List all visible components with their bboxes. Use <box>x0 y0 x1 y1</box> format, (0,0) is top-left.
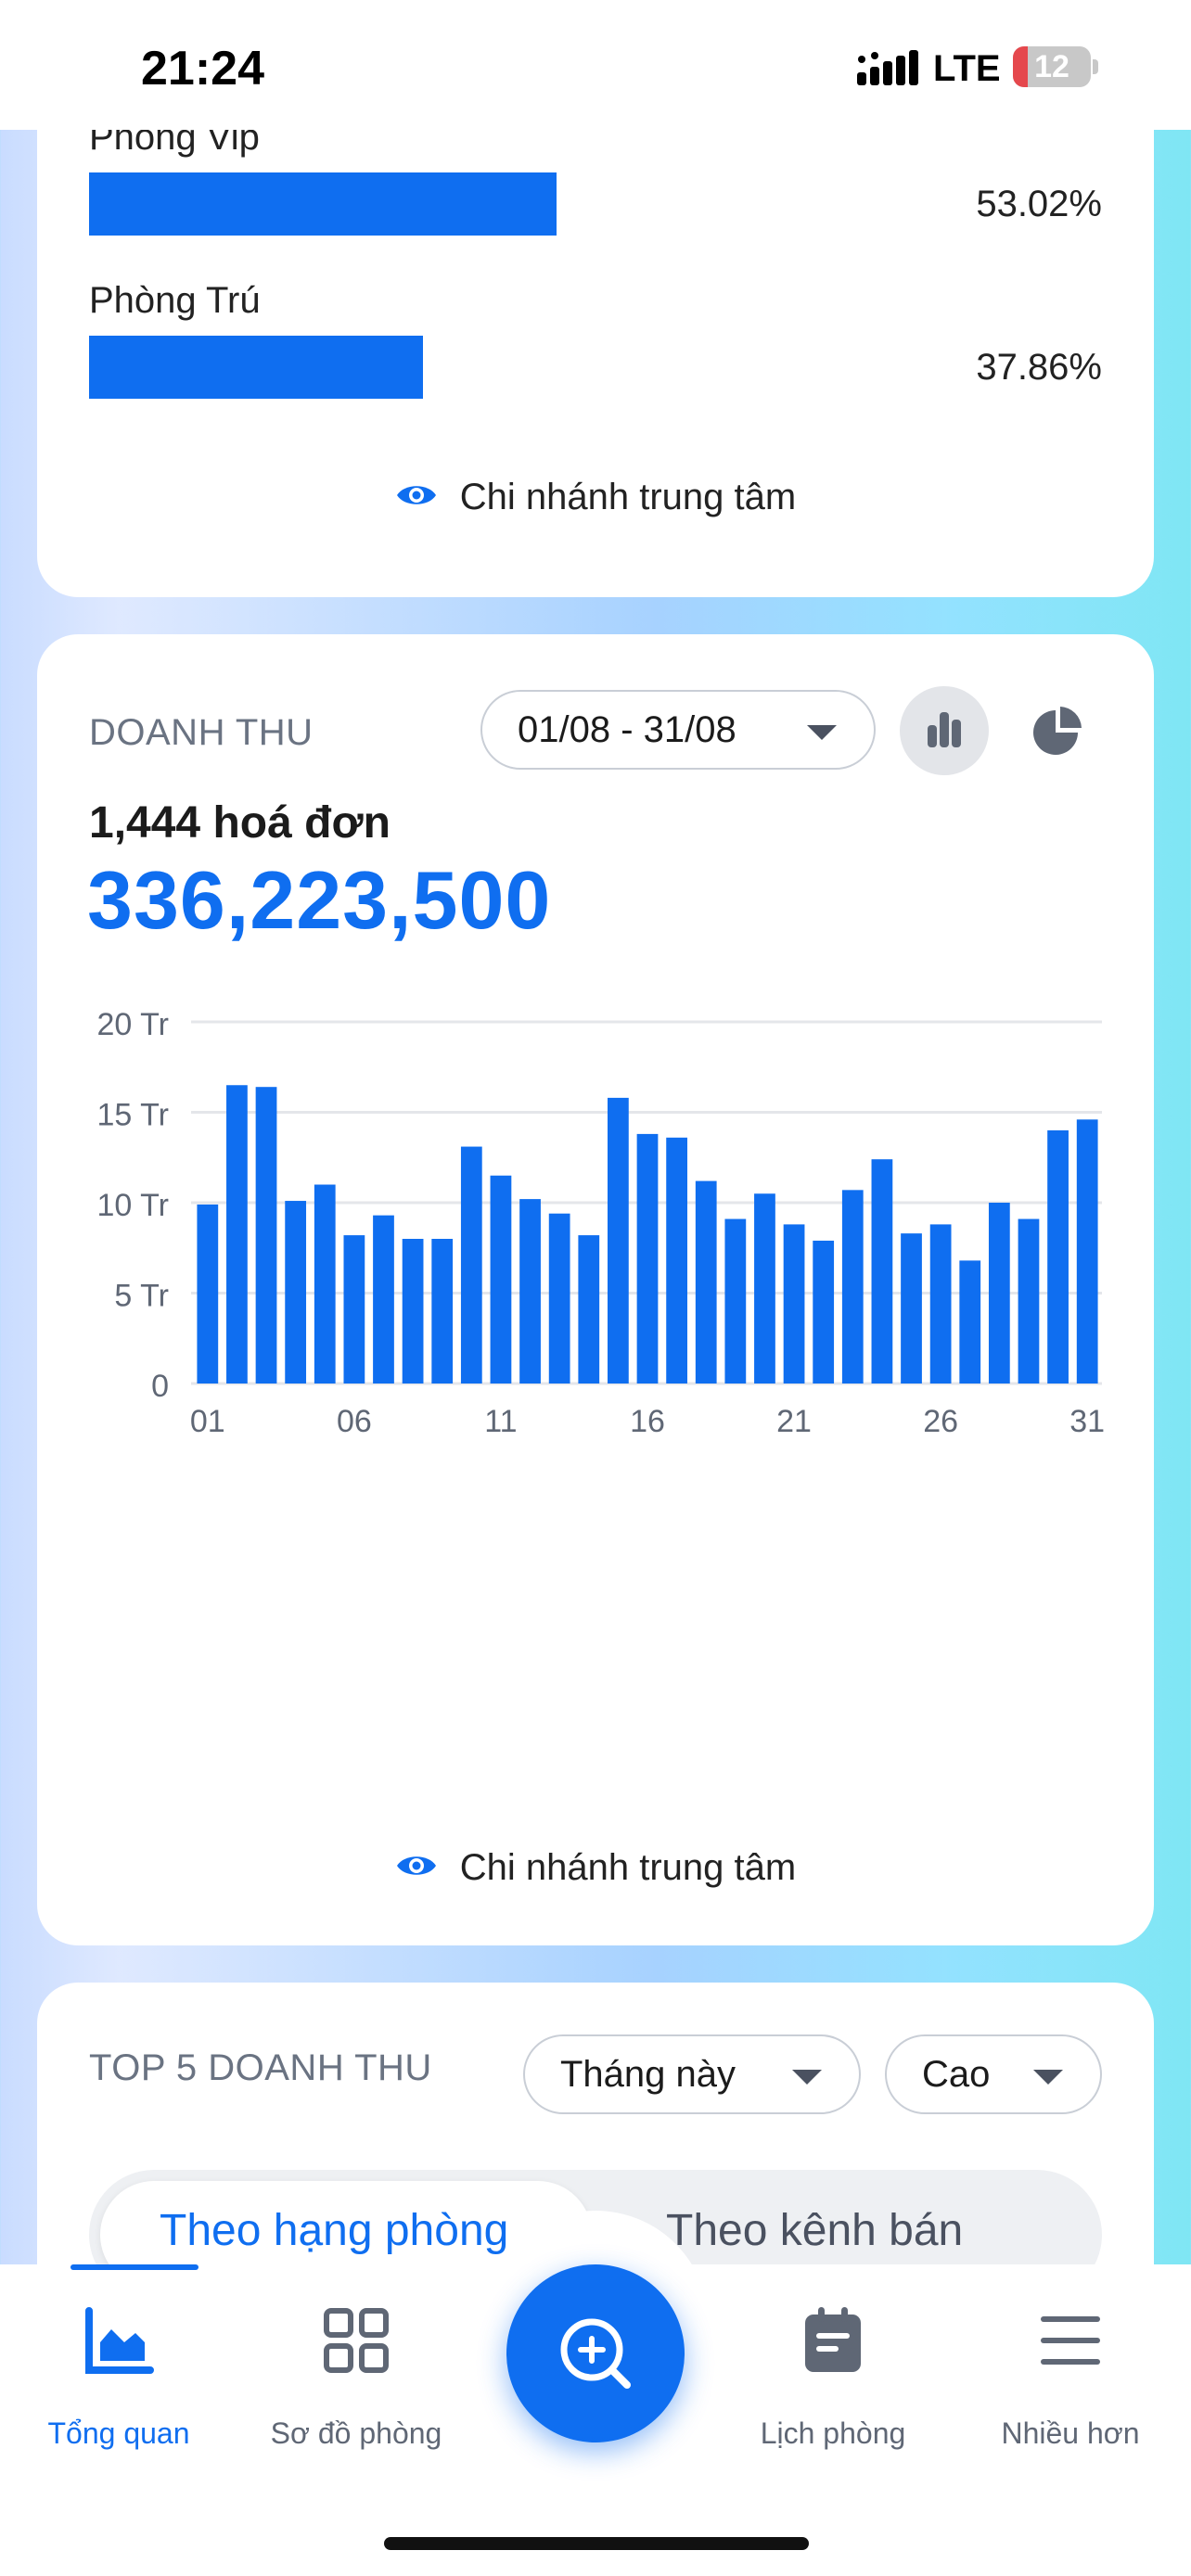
revenue-bar <box>724 1218 747 1384</box>
x-tick-label: 16 <box>630 1404 665 1439</box>
nav-more[interactable]: Nhiều hơn <box>968 2264 1172 2450</box>
sort-order-dropdown[interactable]: Cao <box>885 2034 1102 2114</box>
x-tick-label: 11 <box>484 1404 517 1439</box>
revenue-bar <box>285 1201 307 1384</box>
x-tick-label: 21 <box>776 1404 812 1439</box>
invoice-count: 1,444 hoá đơn <box>89 798 391 848</box>
nav-label: Lịch phòng <box>760 2417 906 2450</box>
period-value: Tháng này <box>560 2054 736 2095</box>
calendar-icon <box>805 2307 861 2372</box>
status-bar: 21:24 LTE 12 <box>0 0 1191 130</box>
room-type-bar <box>89 172 557 236</box>
date-range-dropdown[interactable]: 01/08 - 31/08 <box>480 690 876 770</box>
chevron-down-icon <box>807 725 837 740</box>
pie-chart-icon <box>1033 707 1082 755</box>
revenue-bar <box>490 1175 512 1384</box>
x-tick-label: 06 <box>337 1404 372 1439</box>
revenue-bar <box>519 1199 541 1384</box>
revenue-bar <box>548 1213 570 1384</box>
revenue-bar <box>608 1097 629 1384</box>
nav-label: Tổng quan <box>47 2417 190 2450</box>
chevron-down-icon <box>1033 2070 1063 2085</box>
revenue-title: DOANH THU <box>89 712 314 753</box>
branch-label: Chi nhánh trung tâm <box>459 1847 797 1888</box>
revenue-bar <box>783 1224 805 1384</box>
revenue-bar <box>402 1239 424 1384</box>
revenue-bar-chart: 0 5 Tr 10 Tr 15 Tr 20 Tr 01 06 11 16 21 26 31 <box>97 1007 1106 1439</box>
branch-selector[interactable]: Chi nhánh trung tâm <box>37 477 1154 518</box>
branch-selector[interactable]: Chi nhánh trung tâm <box>37 1847 1154 1889</box>
x-tick-label: 26 <box>923 1404 958 1439</box>
nav-room-map[interactable]: Sơ đồ phòng <box>254 2264 458 2450</box>
eye-icon <box>396 1856 436 1876</box>
pie-chart-toggle[interactable] <box>1013 686 1102 775</box>
revenue-bar <box>373 1215 394 1384</box>
date-range-value: 01/08 - 31/08 <box>518 709 736 750</box>
revenue-bar <box>431 1239 454 1384</box>
y-tick-label: 10 Tr <box>97 1188 169 1223</box>
revenue-bar <box>255 1087 277 1384</box>
room-type-bar <box>89 336 423 399</box>
revenue-bar <box>695 1180 717 1384</box>
branch-label: Chi nhánh trung tâm <box>459 477 797 517</box>
revenue-total: 336,223,500 <box>87 854 552 946</box>
sort-order-value: Cao <box>922 2054 991 2095</box>
y-tick-label: 0 <box>151 1369 169 1404</box>
x-tick-label: 31 <box>1069 1404 1105 1439</box>
revenue-bar <box>314 1184 336 1384</box>
revenue-card: DOANH THU 01/08 - 31/08 1,444 hoá đơn 33… <box>37 634 1154 1945</box>
revenue-bar <box>1018 1218 1040 1384</box>
revenue-bar <box>871 1159 893 1384</box>
battery-level: 12 <box>1034 49 1069 84</box>
revenue-bar <box>988 1203 1010 1384</box>
grid-icon <box>324 2308 389 2373</box>
x-tick-label: 01 <box>190 1404 225 1439</box>
tab-room-class-label: Theo hạng phòng <box>160 2206 509 2255</box>
network-type: LTE <box>933 48 1001 89</box>
search-fab-button[interactable] <box>506 2264 685 2442</box>
room-type-label: Phòng Trú <box>89 280 261 321</box>
nav-overview[interactable]: Tổng quan <box>17 2264 221 2450</box>
tab-sales-channel[interactable]: Theo kênh bán <box>666 2205 963 2256</box>
revenue-bar <box>666 1137 687 1384</box>
bar-chart-toggle[interactable] <box>900 686 989 775</box>
revenue-bar <box>1076 1119 1098 1384</box>
revenue-bar <box>1047 1130 1069 1384</box>
battery-icon: 12 <box>1013 46 1098 87</box>
revenue-bar <box>929 1224 952 1384</box>
revenue-bar <box>460 1146 482 1384</box>
revenue-bar <box>841 1190 864 1384</box>
nav-label: Nhiều hơn <box>1001 2417 1140 2450</box>
revenue-bar <box>959 1260 981 1384</box>
area-chart-icon <box>85 2307 154 2374</box>
revenue-bar <box>578 1235 600 1384</box>
signal-icon <box>857 50 918 85</box>
room-type-percent: 37.86% <box>976 347 1102 388</box>
revenue-bar <box>901 1233 922 1384</box>
status-time: 21:24 <box>141 42 264 96</box>
revenue-bar <box>343 1235 365 1384</box>
y-tick-label: 20 Tr <box>97 1007 169 1042</box>
revenue-bar <box>197 1204 219 1384</box>
active-indicator <box>70 2264 198 2270</box>
room-type-percent: 53.02% <box>976 184 1102 224</box>
revenue-bar <box>636 1133 659 1384</box>
eye-icon <box>396 486 436 505</box>
home-indicator <box>384 2537 809 2550</box>
y-tick-label: 5 Tr <box>114 1279 169 1314</box>
search-plus-icon <box>560 2318 631 2389</box>
top5-title: TOP 5 DOANH THU <box>89 2047 432 2088</box>
revenue-bar <box>754 1193 775 1384</box>
y-tick-label: 15 Tr <box>97 1098 169 1133</box>
bar-chart-icon <box>928 712 961 747</box>
chevron-down-icon <box>792 2070 822 2085</box>
nav-room-calendar[interactable]: Lịch phòng <box>731 2264 935 2450</box>
menu-icon <box>1041 2316 1100 2365</box>
room-ratio-card: Phòng Vip 53.02% Phòng Trú 37.86% Chi nh… <box>37 74 1154 597</box>
revenue-bar <box>226 1085 248 1384</box>
period-dropdown[interactable]: Tháng này <box>523 2034 861 2114</box>
revenue-bar <box>813 1240 835 1384</box>
nav-label: Sơ đồ phòng <box>270 2417 442 2450</box>
